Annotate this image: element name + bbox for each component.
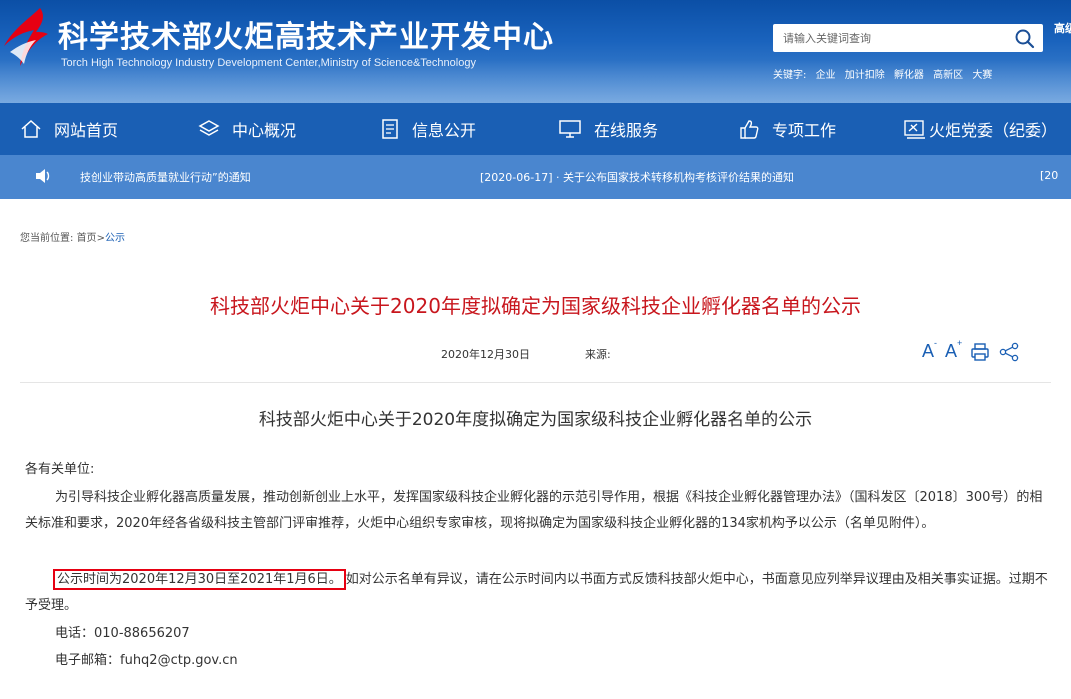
nav-item-label: 在线服务 [594,121,659,140]
notice-period-highlight: 公示时间为2020年12月30日至2021年1月6日。 [53,569,346,590]
breadcrumb: 您当前位置: 首页>公示 [20,229,125,244]
font-decrease-button[interactable]: A- [922,338,937,362]
keyword-link[interactable]: 加计扣除 [845,70,885,81]
document-icon [382,119,398,139]
nav-item-label: 火炬党委（纪委） [929,121,1058,140]
breadcrumb-home[interactable]: 首页 [77,233,97,244]
contact-phone: 电话：010-88656207 [55,626,190,641]
salutation: 各有关单位: [25,462,95,477]
party-icon [904,120,925,139]
monitor-icon [559,120,581,138]
nav-item-label: 网站首页 [54,121,119,140]
keyword-link[interactable]: 大赛 [972,70,992,81]
keyword-link[interactable]: 企业 [816,70,836,81]
font-increase-button[interactable]: A+ [945,338,962,362]
advanced-search-link[interactable]: 高级搜索 [1054,22,1071,36]
search-box [773,24,1043,52]
nav-item-info[interactable]: 信息公开 [380,103,476,155]
ticker-item[interactable]: [2020-06-17] · 关于公布国家技术转移机构考核评价结果的通知 [480,169,794,185]
article-title: 科技部火炬中心关于2020年度拟确定为国家级科技企业孵化器名单的公示 [210,294,861,318]
body-paragraph: 为引导科技企业孵化器高质量发展，推动创新创业上水平，发挥国家级科技企业孵化器的示… [25,490,1043,531]
divider [20,382,1051,383]
notice-paragraph: 公示时间为2020年12月30日至2021年1月6日。 如对公示名单有异议，请在公… [25,567,1055,619]
ticker-item[interactable]: [20 [1040,169,1058,182]
search-input[interactable] [773,24,1003,52]
breadcrumb-current[interactable]: 公示 [105,233,125,244]
torch-logo-icon[interactable] [0,6,58,68]
site-subtitle: Torch High Technology Industry Developme… [61,57,476,69]
keyword-links: 关键字: 企业 加计扣除 孵化器 高新区 大赛 [773,66,998,81]
main-nav: 网站首页 中心概况 信息公开 在线服务 专项工作 火炬党委（纪委） [0,103,1071,155]
news-ticker: 技创业带动高质量就业行动”的通知 [2020-06-17] · 关于公布国家技术… [0,155,1071,199]
home-icon [21,119,41,138]
nav-item-label: 中心概况 [232,121,297,140]
document-title: 科技部火炬中心关于2020年度拟确定为国家级科技企业孵化器名单的公示 [258,410,813,430]
ticker-item[interactable]: 技创业带动高质量就业行动”的通知 [80,169,251,185]
breadcrumb-label: 您当前位置: [20,233,74,244]
nav-item-services[interactable]: 在线服务 [558,103,658,155]
nav-item-label: 专项工作 [772,121,837,140]
nav-item-party[interactable]: 火炬党委（纪委） [903,103,1057,155]
nav-item-label: 信息公开 [412,121,477,140]
nav-item-home[interactable]: 网站首页 [20,103,118,155]
source-label: 来源: [585,348,611,361]
nav-item-overview[interactable]: 中心概况 [198,103,296,155]
keyword-link[interactable]: 孵化器 [894,70,924,81]
breadcrumb-separator: > [96,233,105,244]
publish-date: 2020年12月30日 [441,348,530,361]
contact-email: 电子邮箱：fuhq2@ctp.gov.cn [55,653,238,668]
thumbs-up-icon [740,120,759,139]
print-icon[interactable] [970,342,990,362]
site-title: 科学技术部火炬高技术产业开发中心 [58,20,554,55]
article-tools: A- A+ [922,338,1028,362]
keyword-link[interactable]: 高新区 [933,70,963,81]
keywords-label: 关键字: [773,70,807,81]
layers-icon [198,120,220,136]
speaker-icon[interactable] [34,168,52,184]
share-icon[interactable] [998,342,1020,362]
site-header: 科学技术部火炬高技术产业开发中心 Torch High Technology I… [0,0,1071,103]
search-icon[interactable] [1013,27,1037,49]
nav-item-special[interactable]: 专项工作 [738,103,836,155]
